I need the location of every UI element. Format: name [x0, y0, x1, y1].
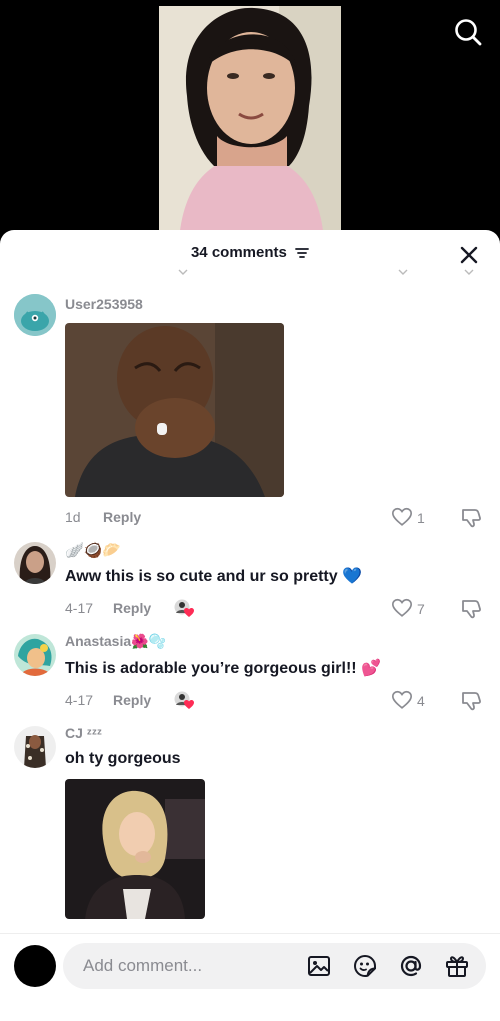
user-avatar-image — [14, 542, 56, 584]
comment-input[interactable] — [83, 953, 293, 979]
comment-date: 1d — [65, 509, 81, 525]
my-avatar[interactable] — [14, 945, 56, 987]
comment-username[interactable]: CJ ᶻᶻᶻ — [65, 725, 102, 741]
user-avatar-image — [14, 634, 56, 676]
thumbs-down-icon — [462, 692, 481, 711]
like-count: 7 — [417, 601, 425, 617]
like-button[interactable]: 1 — [391, 506, 431, 530]
filter-icon — [295, 248, 309, 258]
gift-button[interactable] — [444, 953, 470, 979]
comment-meta: 4-17 Reply — [65, 599, 385, 620]
thumbs-down-icon — [462, 509, 481, 528]
comment-composer — [0, 933, 500, 1021]
avatar[interactable] — [14, 726, 56, 768]
search-button[interactable] — [450, 14, 486, 50]
avatar[interactable] — [14, 294, 56, 336]
comment-item: User253958 1d Reply 1 — [0, 292, 500, 532]
comment-username[interactable]: Anastasia🌺🫧 — [65, 633, 166, 650]
comment-gif[interactable] — [65, 323, 284, 497]
comment-text: This is adorable you’re gorgeous girl!! … — [65, 660, 381, 677]
emoji-button[interactable] — [352, 953, 378, 979]
emoji-icon — [353, 954, 376, 978]
image-button[interactable] — [306, 953, 332, 979]
reply-button[interactable]: Reply — [113, 600, 151, 616]
close-button[interactable] — [456, 242, 482, 268]
comments-count-label: 34 comments — [190, 244, 287, 261]
image-icon — [308, 956, 330, 976]
reply-button[interactable]: Reply — [103, 509, 141, 525]
avatar[interactable] — [14, 634, 56, 676]
video-background — [0, 0, 500, 240]
user-avatar-image — [14, 726, 56, 768]
comments-count-title[interactable]: 34 comments — [0, 244, 500, 261]
avatar[interactable] — [14, 542, 56, 584]
reply-button[interactable]: Reply — [113, 692, 151, 708]
comments-header: 34 comments — [0, 230, 500, 278]
clipped-icon-middle — [398, 269, 408, 275]
gift-icon — [446, 956, 468, 977]
heart-outline-icon — [392, 507, 412, 526]
dislike-button[interactable] — [459, 506, 483, 530]
mention-button[interactable] — [398, 953, 424, 979]
comment-username[interactable]: 🪽🥥🥟 — [65, 541, 121, 559]
liked-by-creator-icon — [174, 691, 194, 709]
comment-text: oh ty gorgeous — [65, 750, 181, 767]
like-count: 1 — [417, 510, 425, 526]
comment-item: CJ ᶻᶻᶻ oh ty gorgeous — [0, 724, 500, 924]
comment-date: 4-17 — [65, 600, 94, 616]
comment-item: Anastasia🌺🫧 This is adorable you’re gorg… — [0, 632, 500, 722]
video-player[interactable] — [159, 6, 341, 240]
thumbs-down-icon — [462, 600, 481, 619]
heart-outline-icon — [392, 690, 412, 709]
default-avatar-icon — [14, 294, 56, 336]
at-icon — [400, 955, 422, 977]
dislike-button[interactable] — [459, 597, 483, 621]
reaction-gif-image — [65, 323, 284, 497]
reaction-gif-image — [65, 779, 205, 919]
comment-item: 🪽🥥🥟 Aww this is so cute and ur so pretty… — [0, 540, 500, 630]
comment-input-container[interactable] — [63, 943, 486, 989]
clipped-icon-left — [178, 269, 188, 275]
close-icon — [460, 246, 478, 264]
heart-outline-icon — [392, 598, 412, 617]
comments-sheet: 34 comments User253958 1d Reply 1 🪽🥥🥟 Aw… — [0, 230, 500, 1021]
comment-gif[interactable] — [65, 779, 205, 919]
liked-by-creator-icon — [174, 599, 194, 617]
comment-meta: 4-17 Reply — [65, 691, 385, 712]
like-count: 4 — [417, 693, 425, 709]
comment-meta: 1d Reply — [65, 509, 385, 529]
like-button[interactable]: 4 — [391, 689, 431, 713]
comment-text: Aww this is so cute and ur so pretty 💙 — [65, 568, 363, 585]
search-icon — [455, 19, 482, 46]
like-button[interactable]: 7 — [391, 597, 431, 621]
video-thumbnail-image — [159, 6, 341, 240]
comment-date: 4-17 — [65, 692, 94, 708]
comment-username[interactable]: User253958 — [65, 296, 143, 312]
clipped-icon-right — [464, 269, 474, 275]
dislike-button[interactable] — [459, 689, 483, 713]
